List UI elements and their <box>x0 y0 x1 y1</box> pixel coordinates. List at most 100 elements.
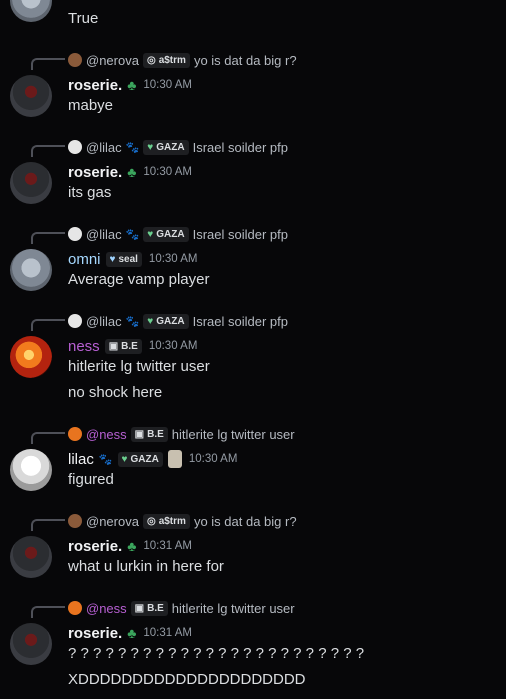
message-text: Average vamp player <box>68 271 210 288</box>
reply-tag: ♥ GAZA <box>143 313 189 329</box>
username[interactable]: roserie. <box>68 538 122 555</box>
reply-tag: ♥ GAZA <box>143 139 189 155</box>
reply-spine <box>31 58 65 70</box>
username[interactable]: lilac <box>68 451 94 468</box>
reply-avatar <box>68 53 82 67</box>
reply-avatar <box>68 227 82 241</box>
reply-preview[interactable]: @lilac 🐾 ♥ GAZA Israel soilder pfp <box>68 312 288 330</box>
reply-username[interactable]: @lilac <box>86 227 122 242</box>
paw-icon: 🐾 <box>125 228 140 241</box>
username[interactable]: roserie. <box>68 625 122 642</box>
avatar[interactable] <box>10 249 52 291</box>
reply-spine <box>31 519 65 531</box>
reply-spine <box>31 319 65 331</box>
reply-username[interactable]: @lilac <box>86 314 122 329</box>
reply-avatar <box>68 314 82 328</box>
wreath-icon: ◎ <box>146 54 156 66</box>
timestamp[interactable]: 10:30 AM <box>189 453 238 465</box>
reply-tag: ♥ GAZA <box>143 226 189 242</box>
reply-preview[interactable]: @nerova ◎ a$trm yo is dat da big r? <box>68 512 297 530</box>
wreath-icon: ◎ <box>146 515 156 527</box>
message-text: XDDDDDDDDDDDDDDDDDDDDD <box>68 671 306 688</box>
timestamp[interactable]: 10:30 AM <box>143 166 192 178</box>
reply-preview[interactable]: @nerova ◎ a$trm yo is dat da big r? <box>68 51 297 69</box>
message-text: hitlerite lg twitter user <box>68 358 210 375</box>
username[interactable]: roserie. <box>68 77 122 94</box>
reply-text: yo is dat da big r? <box>193 52 297 68</box>
heart-icon: ♥ <box>121 453 128 465</box>
message-header: roserie. ♣ 10:30 AM <box>68 162 192 182</box>
message-text: ? ? ? ? ? ? ? ? ? ? ? ? ? ? ? ? ? ? ? ? … <box>68 645 365 662</box>
timestamp[interactable]: 10:31 AM <box>143 627 192 639</box>
avatar[interactable] <box>10 336 52 378</box>
reply-text: Israel soilder pfp <box>192 139 288 155</box>
reply-text: yo is dat da big r? <box>193 513 297 529</box>
reply-tag: ▣ B.E <box>130 600 168 616</box>
timestamp[interactable]: 10:30 AM <box>149 253 198 265</box>
clover-icon: ♣ <box>127 164 137 180</box>
user-tag: ♥ seal <box>105 251 142 267</box>
message-header: roserie. ♣ 10:30 AM <box>68 75 192 95</box>
reply-avatar <box>68 514 82 528</box>
username[interactable]: ness <box>68 338 100 355</box>
reply-text: hitlerite lg twitter user <box>171 426 295 442</box>
reply-preview[interactable]: @lilac 🐾 ♥ GAZA Israel soilder pfp <box>68 138 288 156</box>
avatar[interactable] <box>10 75 52 117</box>
heart-icon: ♥ <box>109 253 116 265</box>
reply-preview[interactable]: @lilac 🐾 ♥ GAZA Israel soilder pfp <box>68 225 288 243</box>
message-text: True <box>68 10 99 27</box>
reply-username[interactable]: @lilac <box>86 140 122 155</box>
timestamp[interactable]: 10:30 AM <box>149 340 198 352</box>
reply-username[interactable]: @ness <box>86 427 127 442</box>
message-text: what u lurkin in here for <box>68 558 224 575</box>
reply-spine <box>31 232 65 244</box>
avatar[interactable] <box>10 623 52 665</box>
reply-tag: ▣ B.E <box>130 426 168 442</box>
timestamp[interactable]: 10:30 AM <box>143 79 192 91</box>
heart-icon: ♥ <box>147 141 154 153</box>
message-header: omni ♥ seal 10:30 AM <box>68 249 198 269</box>
avatar[interactable] <box>10 162 52 204</box>
reply-spine <box>31 606 65 618</box>
reply-avatar <box>68 140 82 154</box>
reply-username[interactable]: @nerova <box>86 53 139 68</box>
badge-icon: ▣ <box>108 340 119 352</box>
message-header: ness ▣ B.E 10:30 AM <box>68 336 197 356</box>
reply-spine <box>31 432 65 444</box>
reply-username[interactable]: @nerova <box>86 514 139 529</box>
username[interactable]: omni <box>68 251 101 268</box>
message-text: mabye <box>68 97 114 114</box>
clover-icon: ♣ <box>127 538 137 554</box>
reply-text: hitlerite lg twitter user <box>171 600 295 616</box>
clover-icon: ♣ <box>127 77 137 93</box>
reply-text: Israel soilder pfp <box>192 313 288 329</box>
heart-icon: ♥ <box>147 315 154 327</box>
clover-icon: ♣ <box>127 625 137 641</box>
user-tag: ▣ B.E <box>104 338 142 354</box>
message-text: no shock here <box>68 384 163 401</box>
reply-tag: ◎ a$trm <box>142 513 190 529</box>
paw-icon: 🐾 <box>98 453 113 466</box>
reply-text: Israel soilder pfp <box>192 226 288 242</box>
timestamp[interactable]: 10:31 AM <box>143 540 192 552</box>
reply-preview[interactable]: @ness ▣ B.E hitlerite lg twitter user <box>68 599 295 617</box>
message-text: its gas <box>68 184 112 201</box>
heart-icon: ♥ <box>147 228 154 240</box>
reply-tag: ◎ a$trm <box>142 52 190 68</box>
message-header: roserie. ♣ 10:31 AM <box>68 623 192 643</box>
paw-icon: 🐾 <box>125 141 140 154</box>
badge-icon: ▣ <box>134 428 145 440</box>
avatar[interactable] <box>10 0 52 22</box>
reply-username[interactable]: @ness <box>86 601 127 616</box>
cat-emoji-icon <box>167 450 182 468</box>
reply-preview[interactable]: @ness ▣ B.E hitlerite lg twitter user <box>68 425 295 443</box>
user-tag: ♥ GAZA <box>117 451 163 467</box>
reply-avatar <box>68 601 82 615</box>
avatar[interactable] <box>10 536 52 578</box>
message-header: roserie. ♣ 10:31 AM <box>68 536 192 556</box>
username[interactable]: roserie. <box>68 164 122 181</box>
reply-avatar <box>68 427 82 441</box>
avatar[interactable] <box>10 449 52 491</box>
paw-icon: 🐾 <box>125 315 140 328</box>
badge-icon: ▣ <box>134 602 145 614</box>
